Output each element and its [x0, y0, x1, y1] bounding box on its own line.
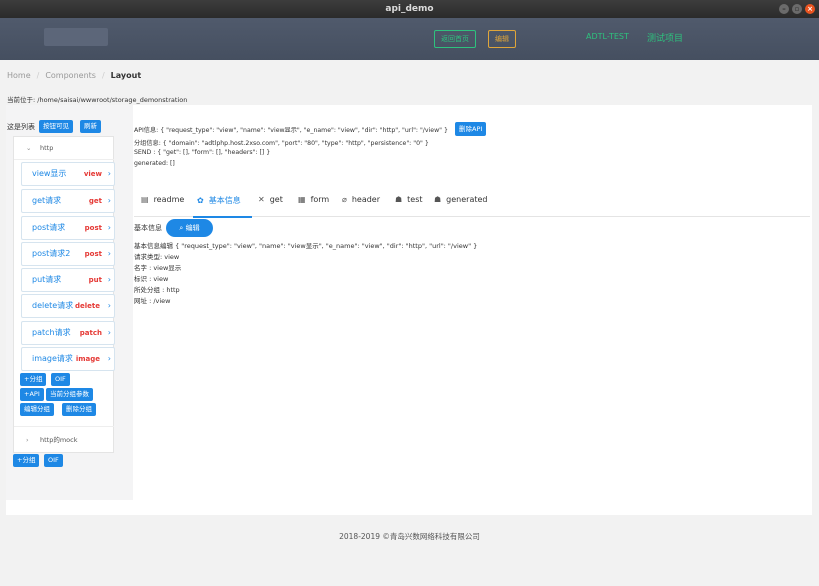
tab-bar: ▤ readme ✿ 基本信息 ✕ get ▦ form ⌀ header ☗ test ☗… — [134, 190, 810, 217]
breadcrumb-current: Layout — [110, 71, 142, 80]
add-group-bottom-button[interactable]: +分组 — [13, 454, 40, 467]
tab-header[interactable]: ⌀ header — [342, 195, 380, 204]
api-name: put请求 — [32, 275, 62, 284]
paperclip-icon: ⌀ — [342, 195, 347, 204]
api-item[interactable]: put请求 put › — [21, 268, 115, 292]
chevron-right-icon: › — [107, 328, 111, 337]
refresh-button[interactable]: 刷新 — [80, 120, 101, 133]
chevron-right-icon: › — [107, 196, 111, 205]
api-name: get请求 — [32, 196, 62, 205]
api-name: image请求 — [32, 354, 73, 363]
chevron-right-icon: › — [107, 301, 111, 310]
edit-group-button[interactable]: 编辑分组 — [20, 403, 54, 416]
active-tab-indicator — [193, 216, 252, 218]
add-api-button[interactable]: +API — [20, 388, 44, 401]
add-group-button[interactable]: +分组 — [20, 373, 47, 386]
tab-test[interactable]: ☗ test — [395, 195, 423, 204]
breadcrumb: Home / Components / Layout — [7, 71, 142, 80]
tab-form[interactable]: ▦ form — [298, 195, 329, 204]
app-header: 返回首页 编辑 ADTL-TEST 测试项目 — [0, 18, 819, 60]
breadcrumb-home[interactable]: Home — [7, 71, 31, 80]
group-params-button[interactable]: 当前分组参数 — [46, 388, 93, 401]
api-method: image — [75, 355, 100, 363]
delete-group-button[interactable]: 删除分组 — [62, 403, 96, 416]
api-method: post — [84, 250, 102, 258]
current-path: 当前位于: /home/saisai/wwwroot/storage_demon… — [7, 96, 188, 104]
footer: 2018-2019 ©青岛兴数网络科技有限公司 — [339, 532, 480, 541]
api-name: view显示 — [32, 169, 67, 178]
basic-info-line: 标识 : view — [134, 275, 169, 283]
minimize-icon[interactable]: – — [779, 4, 789, 14]
basic-info-line: 请求类型: view — [134, 253, 180, 261]
home-button[interactable]: 返回首页 — [434, 30, 476, 48]
bug-icon: ☗ — [395, 195, 403, 204]
api-item[interactable]: post请求2 post › — [21, 242, 115, 266]
api-item[interactable]: get请求 get › — [21, 189, 115, 213]
api-item[interactable]: delete请求 delete › — [21, 294, 115, 318]
chevron-right-icon: › — [107, 275, 111, 284]
maximize-icon[interactable]: ▫ — [792, 4, 802, 14]
api-name: post请求2 — [32, 249, 71, 258]
basic-info-line: 基本信息编辑 { "request_type": "view", "name":… — [134, 242, 478, 250]
api-item[interactable]: patch请求 patch › — [21, 321, 115, 345]
bug-icon: ☗ — [434, 195, 442, 204]
window-title: api_demo — [385, 4, 434, 14]
send-info-line: SEND : { "get": [], "form": [], "headers… — [134, 149, 271, 156]
nav-link-test-project[interactable]: 测试项目 — [647, 31, 683, 44]
nav-link-adtl-test[interactable]: ADTL-TEST — [586, 32, 629, 41]
api-name: post请求 — [32, 223, 66, 232]
api-name: delete请求 — [32, 301, 74, 310]
chevron-down-icon: ⌄ — [26, 144, 32, 152]
grid-icon: ▦ — [298, 195, 306, 204]
chevron-right-icon: › — [107, 169, 111, 178]
api-item[interactable]: view显示 view › — [21, 162, 115, 186]
breadcrumb-components[interactable]: Components — [45, 71, 96, 80]
generated-info-line: generated: [] — [134, 160, 175, 167]
logo — [44, 28, 108, 46]
basic-info-label: 基本信息 — [134, 224, 162, 232]
tab-get[interactable]: ✕ get — [258, 195, 283, 204]
basic-info-line: 所处分组 : http — [134, 286, 180, 294]
tab-generated[interactable]: ☗ generated — [434, 195, 488, 204]
api-method: patch — [79, 329, 102, 337]
close-icon[interactable]: × — [805, 4, 815, 14]
group-info-line: 分组信息: { "domain": "adtlphp.host.2xso.com… — [134, 140, 429, 147]
api-method: post — [84, 224, 102, 232]
group-name: http的mock — [40, 436, 78, 444]
api-method: put — [88, 276, 102, 284]
chevron-right-icon: › — [107, 354, 111, 363]
group-header-http[interactable]: ⌄ http — [14, 138, 114, 158]
api-method: get — [88, 197, 102, 205]
oif-button[interactable]: OIF — [51, 373, 70, 386]
chevron-right-icon: › — [107, 249, 111, 258]
tools-icon: ✕ — [258, 195, 265, 204]
toggle-visible-button[interactable]: 按钮可见 — [39, 120, 73, 133]
basic-info-edit-button[interactable]: ⌕ 编辑 — [166, 219, 213, 237]
api-name: patch请求 — [32, 328, 71, 337]
gear-icon: ✿ — [197, 196, 204, 205]
chevron-right-icon: › — [26, 436, 29, 444]
search-icon: ⌕ — [179, 224, 184, 232]
tab-readme[interactable]: ▤ readme — [141, 195, 184, 204]
tab-basic-info[interactable]: ✿ 基本信息 — [197, 195, 241, 206]
api-info-line: API信息: { "request_type": "view", "name":… — [134, 127, 448, 134]
chevron-right-icon: › — [107, 223, 111, 232]
oif-bottom-button[interactable]: OIF — [44, 454, 63, 467]
api-item[interactable]: image请求 image › — [21, 347, 115, 371]
group-collapse: ⌄ http view显示 view › get请求 get › post请求 p… — [13, 136, 115, 453]
basic-info-line: 网址 : /view — [134, 297, 171, 305]
header-edit-button[interactable]: 编辑 — [488, 30, 516, 48]
window-titlebar: api_demo – ▫ × — [0, 0, 819, 18]
delete-api-button[interactable]: 删除API — [455, 122, 487, 136]
api-item[interactable]: post请求 post › — [21, 216, 115, 240]
list-label: 这是列表 — [7, 123, 35, 131]
group-name: http — [40, 144, 54, 152]
group-header-http-mock[interactable]: › http的mock — [14, 430, 114, 450]
basic-info-line: 名字 : view显示 — [134, 264, 182, 272]
api-method: delete — [75, 302, 100, 310]
document-icon: ▤ — [141, 195, 149, 204]
api-method: view — [83, 170, 102, 178]
